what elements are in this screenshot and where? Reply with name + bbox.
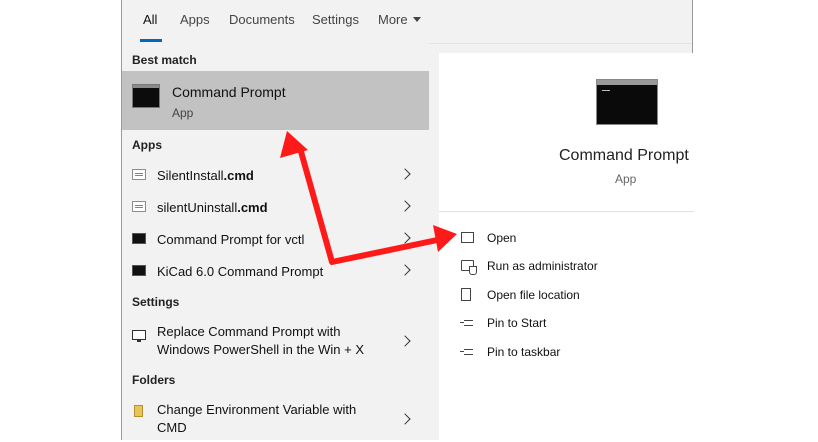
arrowhead-right-icon	[433, 225, 457, 252]
annotation-arrows	[280, 131, 457, 265]
annotation-arrow-path	[297, 145, 445, 265]
